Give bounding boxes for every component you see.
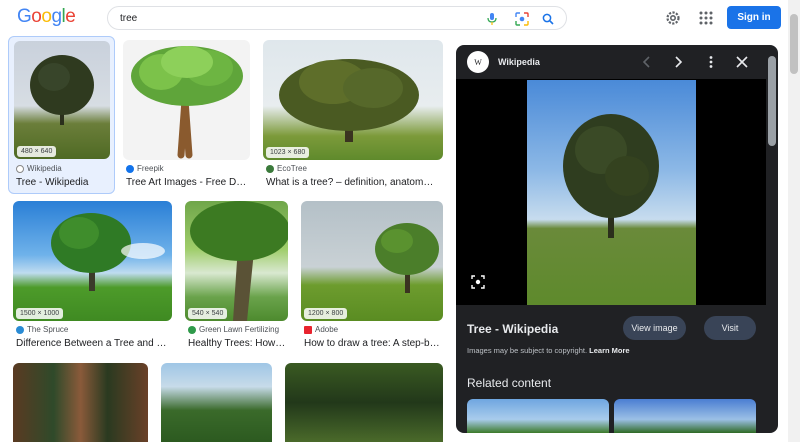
result-source[interactable]: EcoTree <box>266 164 307 173</box>
related-image[interactable] <box>614 399 756 433</box>
result-image[interactable] <box>123 40 250 160</box>
image-dimensions-badge: 540 × 540 <box>188 308 228 319</box>
freepik-favicon-icon <box>126 164 134 173</box>
result-source-label: Adobe <box>315 325 339 334</box>
result-image[interactable]: 1200 × 800 <box>301 201 443 321</box>
result-image[interactable]: 1500 × 1000 <box>13 201 172 321</box>
logo-letter: o <box>31 6 42 27</box>
result-source-label: The Spruce <box>27 325 69 334</box>
result-image[interactable] <box>161 363 272 442</box>
result-title[interactable]: How to draw a tree: A step-by-... <box>304 338 444 349</box>
image-dimensions-badge: 1200 × 800 <box>304 308 348 319</box>
result-title[interactable]: What is a tree? – definition, anatomy ..… <box>266 177 436 188</box>
result-image[interactable]: 1023 × 680 <box>263 40 443 160</box>
google-logo[interactable]: Google <box>17 6 76 28</box>
page-scrollbar[interactable] <box>788 0 800 442</box>
learn-more-link[interactable]: Learn More <box>589 346 629 355</box>
result-source[interactable]: Wikipedia <box>16 164 62 173</box>
scroll-up-arrow-icon[interactable] <box>791 0 797 4</box>
result-source-label: Green Lawn Fertilizing <box>199 325 280 334</box>
panel-title[interactable]: Tree - Wikipedia <box>467 322 558 336</box>
result-title[interactable]: Tree Art Images - Free Do... <box>126 177 248 188</box>
previous-arrow-icon[interactable] <box>640 55 654 69</box>
image-dimensions-badge: 1023 × 680 <box>266 147 310 158</box>
result-image[interactable]: 480 × 640 <box>14 41 110 159</box>
result-title[interactable]: Healthy Trees: How t... <box>188 338 286 349</box>
settings-gear-icon[interactable] <box>664 9 682 27</box>
top-bar: Google Sign in <box>0 0 800 36</box>
green-lawn-favicon-icon <box>188 325 196 334</box>
result-image[interactable]: 540 × 540 <box>185 201 288 321</box>
sign-in-button[interactable]: Sign in <box>727 6 781 29</box>
more-options-icon[interactable] <box>704 55 718 69</box>
lens-search-icon[interactable] <box>471 275 485 289</box>
preview-image[interactable] <box>527 80 696 305</box>
microphone-icon[interactable] <box>483 10 501 28</box>
search-input[interactable] <box>120 11 460 25</box>
view-image-button[interactable]: View image <box>623 316 686 340</box>
close-icon[interactable] <box>735 55 749 69</box>
panel-scrollbar[interactable] <box>768 56 776 426</box>
logo-letter: e <box>65 6 76 27</box>
copyright-notice: Images may be subject to copyright. Lear… <box>467 346 630 355</box>
related-image[interactable] <box>467 399 609 433</box>
ecotree-favicon-icon <box>266 164 274 173</box>
panel-header: W Wikipedia <box>456 45 778 79</box>
logo-letter: g <box>51 6 62 27</box>
visit-button[interactable]: Visit <box>704 316 756 340</box>
image-preview-panel: W Wikipedia Tree - Wikipedia View image … <box>456 45 778 433</box>
panel-scrollbar-thumb[interactable] <box>768 56 776 146</box>
wikipedia-favicon-icon: W <box>467 51 489 73</box>
result-source-label: EcoTree <box>277 164 307 173</box>
search-icon[interactable] <box>539 10 557 28</box>
result-source-label: Freepik <box>137 164 164 173</box>
apps-grid-icon[interactable] <box>697 9 715 27</box>
preview-image-frame <box>456 79 766 305</box>
logo-letter: G <box>17 6 32 27</box>
search-box <box>107 6 567 30</box>
panel-source-label[interactable]: Wikipedia <box>498 57 540 67</box>
the-spruce-favicon-icon <box>16 325 24 334</box>
image-dimensions-badge: 1500 × 1000 <box>16 308 64 319</box>
result-source-label: Wikipedia <box>27 164 62 173</box>
result-title[interactable]: Tree - Wikipedia <box>16 177 111 188</box>
result-source[interactable]: Green Lawn Fertilizing <box>188 325 279 334</box>
result-source[interactable]: Freepik <box>126 164 164 173</box>
result-title[interactable]: Difference Between a Tree and a ... <box>16 338 168 349</box>
copyright-text: Images may be subject to copyright. <box>467 346 588 355</box>
result-image[interactable] <box>285 363 443 442</box>
logo-letter: o <box>41 6 52 27</box>
adobe-favicon-icon <box>304 325 312 334</box>
result-image[interactable] <box>13 363 148 442</box>
result-source[interactable]: The Spruce <box>16 325 68 334</box>
wikipedia-favicon-icon <box>16 164 24 173</box>
next-arrow-icon[interactable] <box>671 55 685 69</box>
result-source[interactable]: Adobe <box>304 325 338 334</box>
page-scrollbar-thumb[interactable] <box>790 14 798 74</box>
related-content-heading: Related content <box>467 376 552 390</box>
image-dimensions-badge: 480 × 640 <box>17 146 57 157</box>
lens-icon[interactable] <box>513 10 531 28</box>
